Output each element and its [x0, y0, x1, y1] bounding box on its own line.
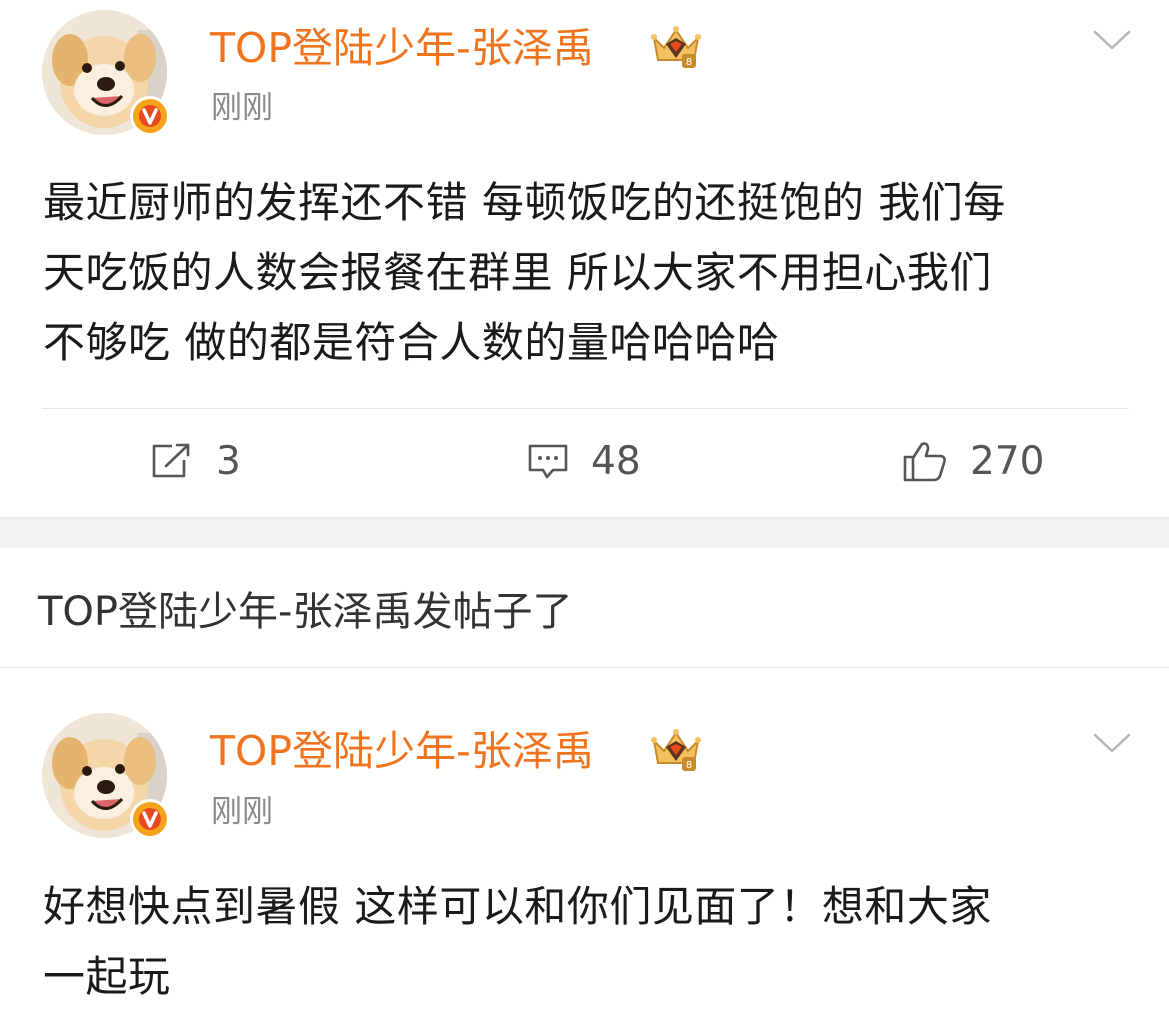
post-timestamp: 刚刚 — [211, 794, 273, 830]
chevron-down-icon[interactable] — [1092, 28, 1132, 52]
post-content-line: 天吃饭的人数会报餐在群里 所以大家不用担心我们 — [43, 248, 992, 297]
post-timestamp: 刚刚 — [211, 90, 273, 126]
post-content-line: 最近厨师的发挥还不错 每顿饭吃的还挺饱的 我们每 — [43, 178, 1006, 227]
weibo-post-1: TOP登陆少年-张泽禹 8 刚刚 最近厨师的发挥还不错 每顿饭吃的还挺饱的 我们… — [0, 0, 1169, 517]
comment-icon — [527, 442, 591, 480]
repost-icon — [150, 442, 216, 480]
thumbs-up-icon — [902, 440, 970, 482]
like-count: 270 — [970, 438, 1045, 484]
svg-text:8: 8 — [686, 57, 692, 68]
repost-count: 3 — [216, 438, 241, 484]
author-avatar[interactable] — [42, 10, 172, 138]
vip-crown-icon[interactable]: 8 — [648, 24, 704, 72]
comment-count: 48 — [591, 438, 641, 484]
author-name[interactable]: TOP登陆少年-张泽禹 — [210, 22, 594, 74]
verified-v-badge-icon — [128, 797, 172, 841]
repost-button[interactable]: 3 — [150, 436, 241, 486]
chevron-down-icon[interactable] — [1092, 731, 1132, 755]
comment-button[interactable]: 48 — [527, 436, 641, 486]
post-content: 好想快点到暑假 这样可以和你们见面了！想和大家 一起玩 — [43, 872, 1128, 1012]
section-separator — [0, 517, 1169, 548]
post-content: 最近厨师的发挥还不错 每顿饭吃的还挺饱的 我们每 天吃饭的人数会报餐在群里 所以… — [43, 168, 1128, 378]
author-name[interactable]: TOP登陆少年-张泽禹 — [210, 725, 594, 777]
new-post-notice[interactable]: TOP登陆少年-张泽禹发帖子了 — [38, 586, 572, 638]
notice-divider — [0, 667, 1169, 668]
author-avatar[interactable] — [42, 713, 172, 841]
action-bar-divider — [42, 408, 1129, 409]
post-content-line: 好想快点到暑假 这样可以和你们见面了！想和大家 — [43, 882, 992, 931]
post-content-line: 不够吃 做的都是符合人数的量哈哈哈哈 — [43, 318, 780, 367]
svg-text:8: 8 — [686, 760, 692, 771]
post-content-line: 一起玩 — [43, 952, 171, 1001]
verified-v-badge-icon — [128, 94, 172, 138]
like-button[interactable]: 270 — [902, 436, 1044, 486]
vip-crown-icon[interactable]: 8 — [648, 727, 704, 775]
